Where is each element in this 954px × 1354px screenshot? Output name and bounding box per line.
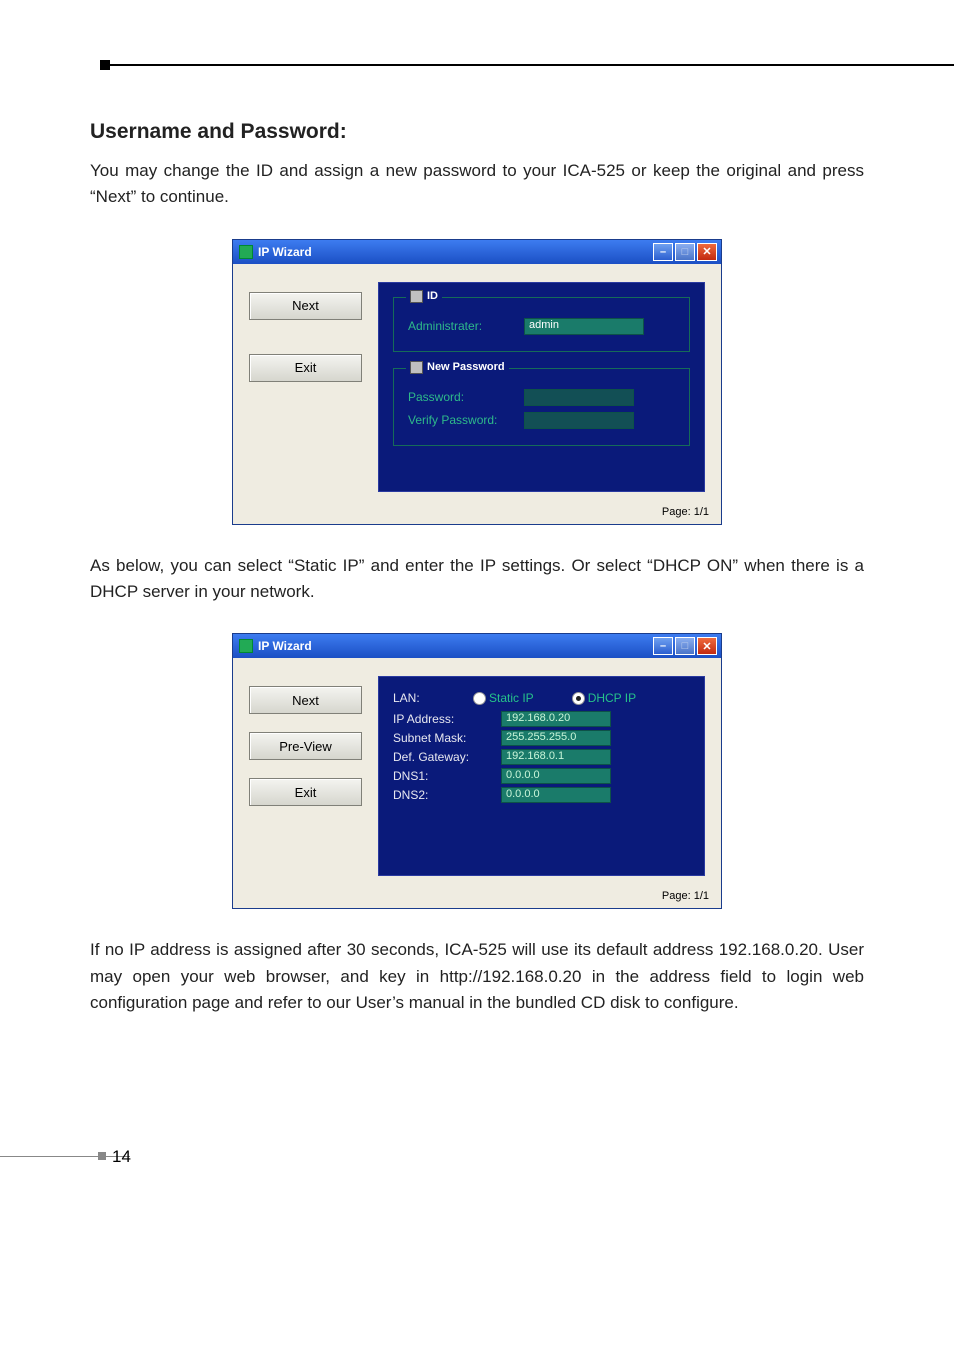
window-title: IP Wizard bbox=[258, 639, 312, 653]
next-button[interactable]: Next bbox=[249, 292, 362, 320]
wizard-window-2: IP Wizard – □ ✕ Next Pre-View Exit LAN: bbox=[232, 633, 722, 909]
page-footer: 14 bbox=[90, 1146, 864, 1170]
subnet-mask-label: Subnet Mask: bbox=[393, 731, 493, 745]
section-paragraph: If no IP address is assigned after 30 se… bbox=[90, 937, 864, 1016]
minimize-button[interactable]: – bbox=[653, 637, 673, 655]
password-legend: New Password bbox=[406, 361, 509, 374]
footer-line bbox=[0, 1156, 130, 1157]
dns2-input[interactable]: 0.0.0.0 bbox=[501, 787, 611, 803]
header-rule bbox=[90, 60, 864, 70]
dns2-label: DNS2: bbox=[393, 788, 493, 802]
verify-password-label: Verify Password: bbox=[408, 413, 516, 427]
minimize-button[interactable]: – bbox=[653, 243, 673, 261]
exit-button[interactable]: Exit bbox=[249, 354, 362, 382]
id-legend-text: ID bbox=[427, 290, 438, 302]
dns1-label: DNS1: bbox=[393, 769, 493, 783]
wizard-footer: Page: 1/1 bbox=[233, 502, 721, 524]
section-paragraph: You may change the ID and assign a new p… bbox=[90, 158, 864, 211]
next-button[interactable]: Next bbox=[249, 686, 362, 714]
close-button[interactable]: ✕ bbox=[697, 637, 717, 655]
radio-icon bbox=[572, 692, 585, 705]
wizard-sidebar: Next Exit bbox=[233, 264, 378, 502]
admin-input[interactable]: admin bbox=[524, 318, 644, 335]
app-icon bbox=[239, 639, 253, 653]
wizard-sidebar: Next Pre-View Exit bbox=[233, 658, 378, 886]
id-group: ID Administrater: admin bbox=[393, 297, 690, 352]
dns1-input[interactable]: 0.0.0.0 bbox=[501, 768, 611, 784]
wizard-window-1: IP Wizard – □ ✕ Next Exit ID bbox=[232, 239, 722, 525]
dhcp-ip-option[interactable]: DHCP IP bbox=[572, 691, 636, 705]
window-title: IP Wizard bbox=[258, 245, 312, 259]
static-ip-option[interactable]: Static IP bbox=[473, 691, 534, 705]
ip-address-label: IP Address: bbox=[393, 712, 493, 726]
password-group: New Password Password: Verify Password: bbox=[393, 368, 690, 446]
checkbox-icon[interactable] bbox=[410, 361, 423, 374]
footer-square-icon bbox=[98, 1152, 106, 1160]
wizard-panel: ID Administrater: admin New Password bbox=[378, 282, 705, 492]
lan-label: LAN: bbox=[393, 691, 463, 705]
verify-password-input[interactable] bbox=[524, 412, 634, 429]
screenshot-1: IP Wizard – □ ✕ Next Exit ID bbox=[90, 239, 864, 525]
gateway-input[interactable]: 192.168.0.1 bbox=[501, 749, 611, 765]
subnet-mask-input[interactable]: 255.255.255.0 bbox=[501, 730, 611, 746]
maximize-button[interactable]: □ bbox=[675, 637, 695, 655]
titlebar: IP Wizard – □ ✕ bbox=[233, 240, 721, 264]
titlebar: IP Wizard – □ ✕ bbox=[233, 634, 721, 658]
admin-label: Administrater: bbox=[408, 319, 516, 333]
password-legend-text: New Password bbox=[427, 361, 505, 373]
screenshot-2: IP Wizard – □ ✕ Next Pre-View Exit LAN: bbox=[90, 633, 864, 909]
app-icon bbox=[239, 245, 253, 259]
wizard-footer: Page: 1/1 bbox=[233, 886, 721, 908]
id-legend: ID bbox=[406, 290, 442, 303]
preview-button[interactable]: Pre-View bbox=[249, 732, 362, 760]
maximize-button[interactable]: □ bbox=[675, 243, 695, 261]
checkbox-icon[interactable] bbox=[410, 290, 423, 303]
gateway-label: Def. Gateway: bbox=[393, 750, 493, 764]
dhcp-ip-label: DHCP IP bbox=[588, 691, 636, 705]
radio-icon bbox=[473, 692, 486, 705]
exit-button[interactable]: Exit bbox=[249, 778, 362, 806]
page-number: 14 bbox=[112, 1147, 131, 1167]
password-input[interactable] bbox=[524, 389, 634, 406]
password-label: Password: bbox=[408, 390, 516, 404]
section-paragraph: As below, you can select “Static IP” and… bbox=[90, 553, 864, 606]
wizard-panel: LAN: Static IP DHCP IP IP Address: bbox=[378, 676, 705, 876]
section-heading: Username and Password: bbox=[90, 120, 864, 144]
document-page: Username and Password: You may change th… bbox=[0, 0, 954, 1210]
header-square-icon bbox=[100, 60, 110, 70]
static-ip-label: Static IP bbox=[489, 691, 534, 705]
ip-address-input[interactable]: 192.168.0.20 bbox=[501, 711, 611, 727]
header-line bbox=[110, 64, 954, 66]
close-button[interactable]: ✕ bbox=[697, 243, 717, 261]
